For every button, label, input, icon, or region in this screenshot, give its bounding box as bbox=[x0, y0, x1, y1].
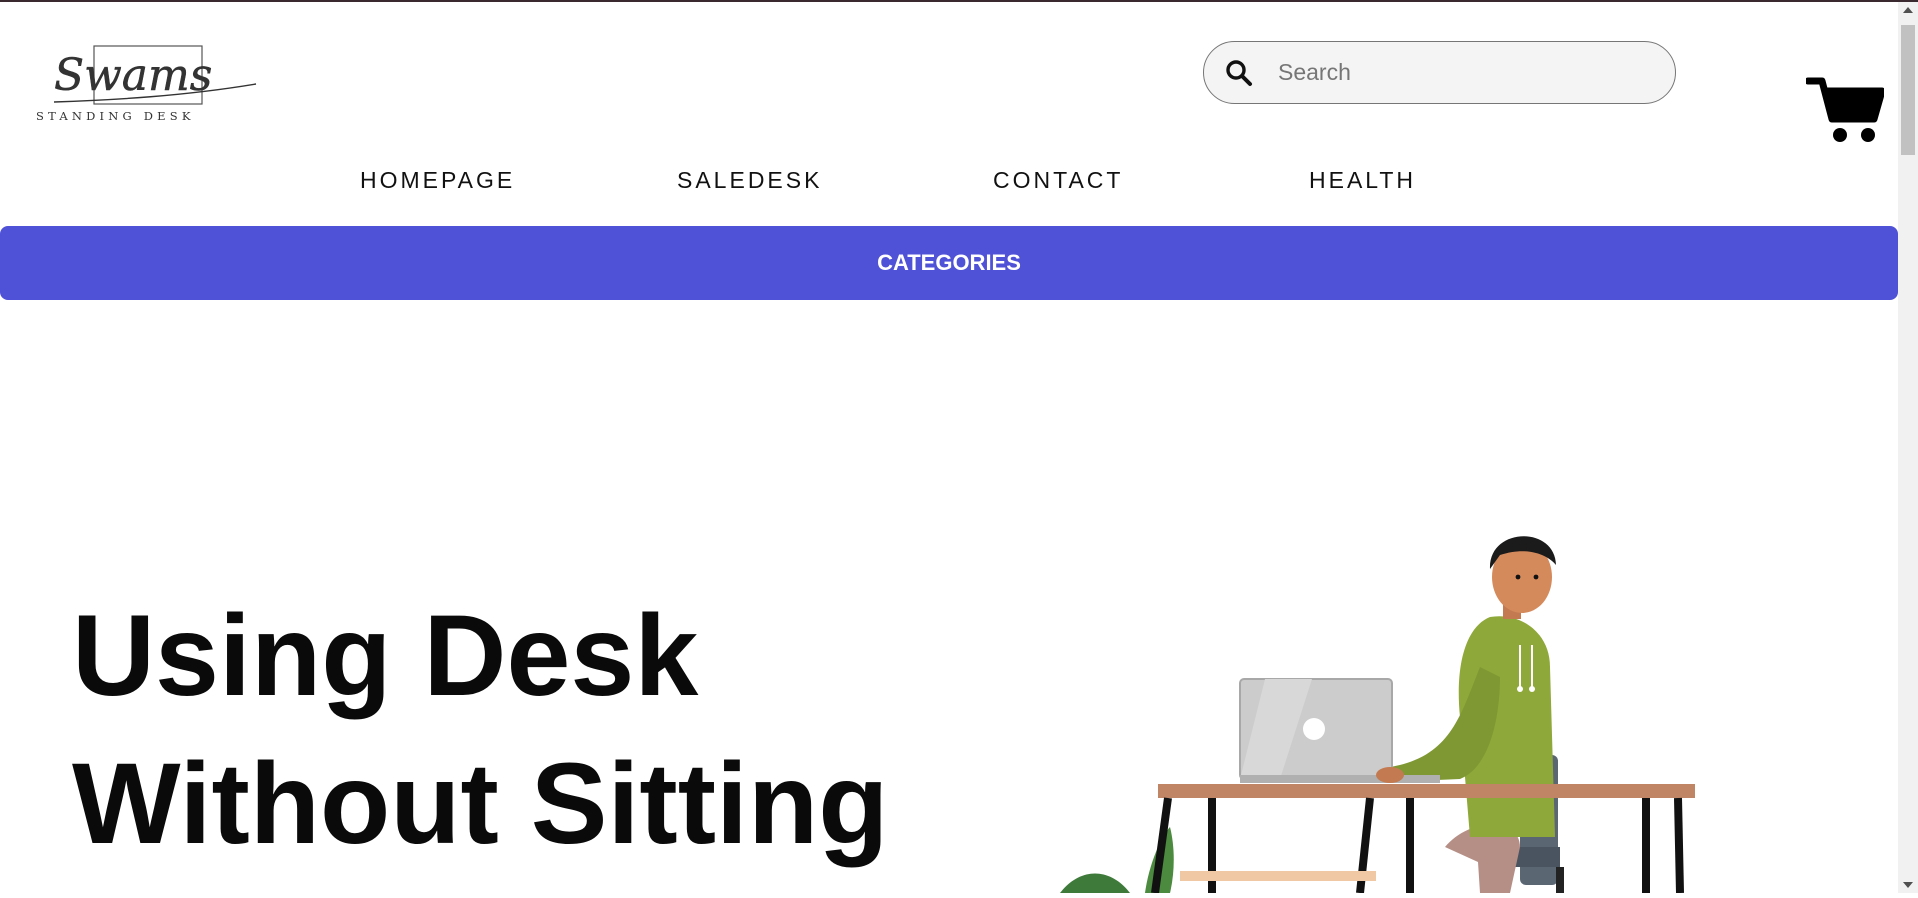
brand-logo[interactable]: Swams STANDING DESK bbox=[34, 44, 264, 124]
nav-contact[interactable]: CONTACT bbox=[993, 167, 1123, 194]
main-nav: HOMEPAGE SALEDESK CONTACT HEALTH bbox=[0, 167, 1898, 207]
scroll-down-arrow-icon[interactable] bbox=[1903, 882, 1913, 888]
hero-illustration bbox=[1050, 517, 1700, 894]
desk-top bbox=[1158, 784, 1695, 798]
scroll-up-arrow-icon[interactable] bbox=[1903, 7, 1913, 13]
search-bar bbox=[1203, 41, 1676, 104]
cart-icon[interactable] bbox=[1804, 75, 1886, 145]
nav-health[interactable]: HEALTH bbox=[1309, 167, 1416, 194]
hero-heading: Using Desk Without Sitting bbox=[72, 582, 888, 878]
categories-label: CATEGORIES bbox=[877, 250, 1021, 275]
categories-button[interactable]: CATEGORIES bbox=[0, 226, 1898, 300]
logo-tagline: STANDING DESK bbox=[36, 109, 195, 123]
scrollbar-thumb[interactable] bbox=[1901, 25, 1915, 155]
hero-line-1: Using Desk bbox=[72, 592, 699, 720]
plant-leaf-icon bbox=[1060, 873, 1130, 893]
nav-saledesk[interactable]: SALEDESK bbox=[677, 167, 822, 194]
search-icon[interactable] bbox=[1222, 56, 1256, 90]
vertical-scrollbar[interactable] bbox=[1898, 2, 1918, 893]
nav-homepage[interactable]: HOMEPAGE bbox=[360, 167, 515, 194]
search-input[interactable] bbox=[1276, 58, 1660, 87]
hero-line-2: Without Sitting bbox=[72, 740, 889, 868]
